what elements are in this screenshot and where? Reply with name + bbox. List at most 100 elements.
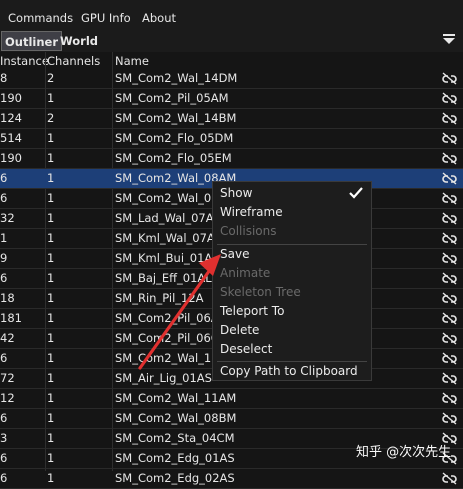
table-row[interactable]: 514 1 SM_Com2_Flo_05DM bbox=[0, 129, 463, 149]
channels-cell: 1 bbox=[47, 411, 55, 425]
column-header-name[interactable]: Name bbox=[115, 53, 149, 69]
instance-cell: 514 bbox=[0, 131, 22, 145]
channels-cell: 1 bbox=[47, 351, 55, 365]
channels-cell: 1 bbox=[47, 151, 55, 165]
watermark-text: 知乎 @次次先生 bbox=[356, 445, 452, 460]
chain-link-icon[interactable] bbox=[442, 212, 457, 225]
name-cell: SM_Com2_Flo_05EM bbox=[115, 151, 232, 165]
chain-link-icon[interactable] bbox=[442, 352, 457, 365]
channels-cell: 1 bbox=[47, 131, 55, 145]
name-cell: SM_Com2_Wal_14DM bbox=[115, 71, 238, 85]
chain-link-icon[interactable] bbox=[442, 252, 457, 265]
menu-commands[interactable]: Commands bbox=[8, 0, 73, 30]
instance-cell: 6 bbox=[0, 451, 8, 465]
menu-item-save[interactable]: Save bbox=[220, 245, 249, 264]
chain-link-icon[interactable] bbox=[442, 72, 457, 85]
table-row[interactable]: 124 2 SM_Com2_Wal_14BM bbox=[0, 109, 463, 129]
column-header-instance[interactable]: Instance bbox=[0, 53, 49, 69]
name-cell: SM_Com2_Wal_11AM bbox=[115, 391, 237, 405]
table-row[interactable]: 12 1 SM_Com2_Wal_11AM bbox=[0, 389, 463, 409]
table-row[interactable]: 6 1 SM_Com2_Wal_08BM bbox=[0, 409, 463, 429]
name-cell: SM_Com2_Edg_02AS bbox=[115, 471, 235, 485]
channels-cell: 1 bbox=[47, 291, 55, 305]
channels-cell: 1 bbox=[47, 251, 55, 265]
instance-cell: 6 bbox=[0, 271, 8, 285]
name-cell: SM_Com2_Wal_08BM bbox=[115, 411, 237, 425]
menu-item-copy-path[interactable]: Copy Path to Clipboard bbox=[220, 362, 358, 381]
tab-bar: Outliner World bbox=[0, 30, 463, 52]
instance-cell: 6 bbox=[0, 471, 8, 485]
chain-link-icon[interactable] bbox=[442, 372, 457, 385]
table-row[interactable]: 190 1 SM_Com2_Flo_05EM bbox=[0, 149, 463, 169]
chain-link-icon[interactable] bbox=[442, 232, 457, 245]
chain-link-icon[interactable] bbox=[442, 412, 457, 425]
checkmark-icon bbox=[349, 187, 363, 199]
channels-cell: 1 bbox=[47, 331, 55, 345]
table-row[interactable]: 6 1 SM_Com2_Edg_02AS bbox=[0, 469, 463, 489]
chain-link-icon[interactable] bbox=[442, 92, 457, 105]
instance-cell: 6 bbox=[0, 191, 8, 205]
instance-cell: 6 bbox=[0, 411, 8, 425]
instance-cell: 6 bbox=[0, 351, 8, 365]
instance-cell: 6 bbox=[0, 171, 8, 185]
menu-bar: Commands GPU Info About bbox=[0, 0, 463, 30]
instance-cell: 72 bbox=[0, 371, 15, 385]
channels-cell: 1 bbox=[47, 91, 55, 105]
channels-cell: 1 bbox=[47, 191, 55, 205]
tab-outliner[interactable]: Outliner bbox=[1, 31, 63, 51]
instance-cell: 8 bbox=[0, 71, 8, 85]
table-header: Instance Channels Name bbox=[0, 52, 463, 69]
table-row[interactable]: 8 2 SM_Com2_Wal_14DM bbox=[0, 69, 463, 89]
chain-link-icon[interactable] bbox=[442, 172, 457, 185]
chain-link-icon[interactable] bbox=[442, 132, 457, 145]
menu-item-show[interactable]: Show bbox=[220, 184, 252, 203]
name-cell: SM_Com2_Pil_05AM bbox=[115, 91, 229, 105]
chain-link-icon[interactable] bbox=[442, 332, 457, 345]
channels-cell: 1 bbox=[47, 371, 55, 385]
table-row[interactable]: 190 1 SM_Com2_Pil_05AM bbox=[0, 89, 463, 109]
channels-cell: 2 bbox=[47, 71, 55, 85]
column-header-channels[interactable]: Channels bbox=[47, 53, 100, 69]
instance-cell: 42 bbox=[0, 331, 15, 345]
menu-item-animate: Animate bbox=[220, 266, 271, 280]
channels-cell: 1 bbox=[47, 391, 55, 405]
menu-item-collisions: Collisions bbox=[220, 224, 277, 238]
name-cell: SM_Com2_Flo_05DM bbox=[115, 131, 234, 145]
channels-cell: 1 bbox=[47, 271, 55, 285]
chain-link-icon[interactable] bbox=[442, 472, 457, 485]
name-cell: SM_Com2_Wal_14BM bbox=[115, 111, 237, 125]
instance-cell: 18 bbox=[0, 291, 15, 305]
chain-link-icon[interactable] bbox=[442, 292, 457, 305]
menu-item-delete[interactable]: Delete bbox=[220, 321, 259, 340]
chain-link-icon[interactable] bbox=[442, 312, 457, 325]
chain-link-icon[interactable] bbox=[442, 112, 457, 125]
menu-item-teleport-to[interactable]: Teleport To bbox=[220, 302, 284, 321]
menu-item-wireframe[interactable]: Wireframe bbox=[220, 203, 283, 222]
channels-cell: 1 bbox=[47, 311, 55, 325]
filter-funnel-icon[interactable] bbox=[443, 34, 455, 48]
context-menu: Show Wireframe Collisions Save Animate S… bbox=[212, 181, 372, 381]
menu-about[interactable]: About bbox=[142, 0, 176, 30]
instance-cell: 124 bbox=[0, 111, 22, 125]
menu-item-deselect[interactable]: Deselect bbox=[220, 340, 272, 359]
channels-cell: 1 bbox=[47, 431, 55, 445]
chain-link-icon[interactable] bbox=[442, 152, 457, 165]
instance-cell: 190 bbox=[0, 151, 22, 165]
instance-cell: 9 bbox=[0, 251, 8, 265]
channels-cell: 2 bbox=[47, 111, 55, 125]
instance-cell: 3 bbox=[0, 431, 8, 445]
menu-gpu-info[interactable]: GPU Info bbox=[81, 0, 131, 30]
channels-cell: 1 bbox=[47, 471, 55, 485]
instance-cell: 190 bbox=[0, 91, 22, 105]
menu-item-skeleton-tree: Skeleton Tree bbox=[220, 285, 301, 299]
channels-cell: 1 bbox=[47, 231, 55, 245]
channels-cell: 1 bbox=[47, 171, 55, 185]
channels-cell: 1 bbox=[47, 211, 55, 225]
instance-cell: 32 bbox=[0, 211, 15, 225]
chain-link-icon[interactable] bbox=[442, 392, 457, 405]
chain-link-icon[interactable] bbox=[442, 192, 457, 205]
chain-link-icon[interactable] bbox=[442, 272, 457, 285]
instance-cell: 1 bbox=[0, 231, 8, 245]
tab-world[interactable]: World bbox=[57, 31, 101, 51]
channels-cell: 1 bbox=[47, 451, 55, 465]
